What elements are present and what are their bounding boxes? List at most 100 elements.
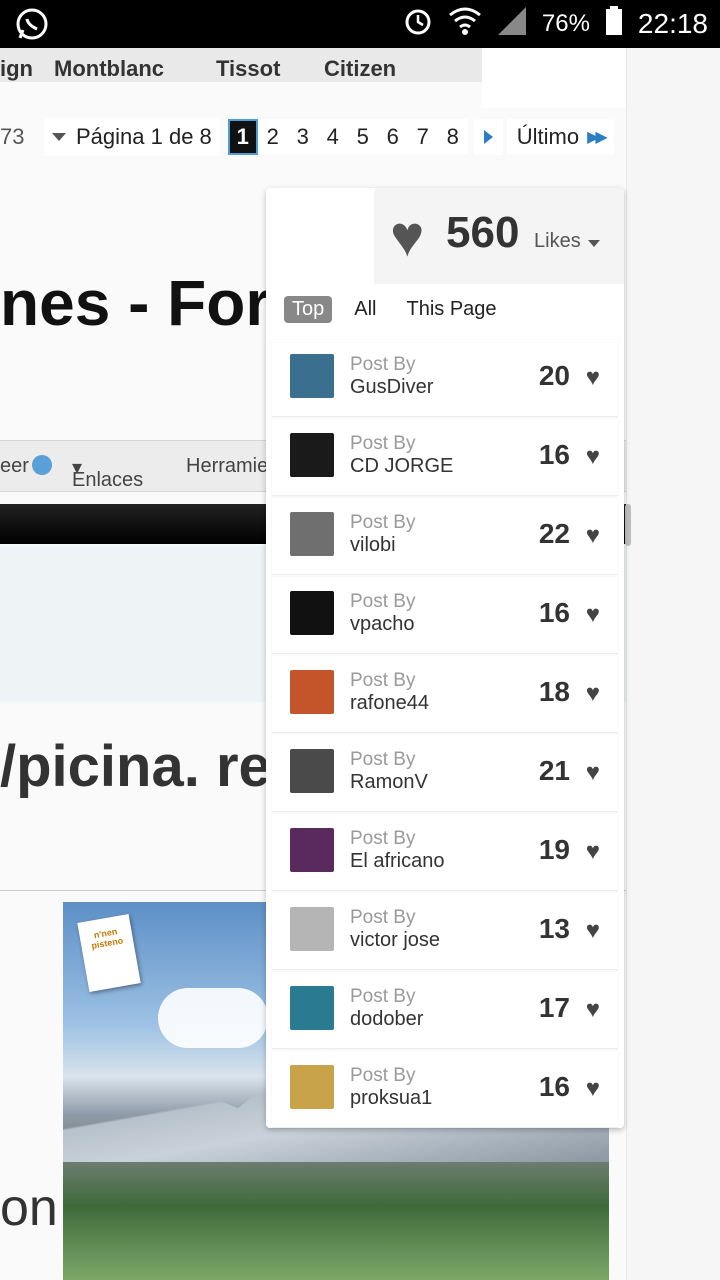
forum-title: nes - Forc (0, 267, 306, 339)
username-link[interactable]: rafone44 (350, 692, 429, 715)
heart-icon: ♥ (585, 522, 600, 549)
page-label: Página 1 de 8 (76, 124, 212, 149)
list-item[interactable]: Post By RamonV 21 ♥ (272, 735, 618, 812)
username-link[interactable]: CD JORGE (350, 455, 453, 478)
arrow-right-icon (483, 130, 493, 144)
tab-all[interactable]: All (346, 296, 384, 323)
double-arrow-right-icon: ▶▶ (587, 129, 608, 146)
avatar[interactable] (290, 512, 334, 556)
heart-icon: ♥ (390, 204, 425, 269)
list-item[interactable]: Post By proksua1 16 ♥ (272, 1051, 618, 1128)
username-link[interactable]: El africano (350, 850, 445, 873)
page-number-current[interactable]: 1 (227, 119, 258, 155)
avatar[interactable] (290, 828, 334, 872)
avatar[interactable] (290, 986, 334, 1030)
brand-link[interactable]: ign (0, 56, 33, 82)
likes-count: 560 (446, 208, 520, 257)
username-link[interactable]: dodober (350, 1008, 423, 1031)
like-count: 13 (538, 913, 570, 944)
heart-icon: ♥ (585, 443, 600, 470)
list-item[interactable]: Post By victor jose 13 ♥ (272, 893, 618, 970)
brand-link[interactable]: Citizen (324, 56, 396, 82)
tab-this-page[interactable]: This Page (398, 296, 504, 323)
list-item[interactable]: Post By vpacho 16 ♥ (272, 577, 618, 654)
page-number[interactable]: 3 (287, 119, 318, 155)
avatar[interactable] (290, 354, 334, 398)
list-item[interactable]: Post By rafone44 18 ♥ (272, 656, 618, 733)
post-text: on (0, 1179, 58, 1237)
nav-item[interactable]: eer (0, 455, 29, 478)
prev-count: 73 (0, 124, 25, 149)
page-number[interactable]: 8 (437, 119, 468, 155)
likes-header[interactable]: ♥ 560 Likes (374, 188, 624, 284)
like-count: 16 (538, 439, 570, 470)
username-link[interactable]: victor jose (350, 929, 440, 952)
avatar[interactable] (290, 433, 334, 477)
page-number[interactable]: 6 (377, 119, 408, 155)
heart-icon: ♥ (585, 996, 600, 1023)
list-item[interactable]: Post By dodober 17 ♥ (272, 972, 618, 1049)
clock: 22:18 (637, 8, 708, 39)
avatar[interactable] (290, 907, 334, 951)
wifi-icon (448, 5, 482, 44)
chevron-down-icon (52, 133, 66, 141)
heart-icon: ♥ (585, 1075, 600, 1102)
signal-icon (496, 5, 528, 44)
heart-icon: ♥ (585, 838, 600, 865)
like-count: 20 (538, 360, 570, 391)
next-page-button[interactable] (473, 119, 503, 155)
last-page-label: Último (516, 124, 580, 149)
likes-label: Likes (534, 230, 581, 252)
post-by-label: Post By (350, 986, 416, 1007)
battery-icon (604, 5, 624, 44)
pagination: 73 Página 1 de 8 1 2 3 4 5 6 7 8 Último … (0, 118, 614, 156)
avatar[interactable] (290, 670, 334, 714)
battery-percent: 76% (541, 10, 590, 37)
chevron-down-icon[interactable] (588, 240, 600, 247)
like-count: 22 (538, 518, 570, 549)
avatar[interactable] (290, 591, 334, 635)
page-number[interactable]: 4 (317, 119, 348, 155)
alarm-icon (402, 5, 434, 44)
username-link[interactable]: vilobi (350, 534, 396, 557)
list-item[interactable]: Post By vilobi 22 ♥ (272, 498, 618, 575)
list-item[interactable]: Post By El africano 19 ♥ (272, 814, 618, 891)
brand-banner[interactable]: ign Montblanc Tissot Citizen (0, 48, 482, 82)
status-bar: 76% 22:18 (0, 0, 720, 48)
username-link[interactable]: vpacho (350, 613, 415, 636)
post-by-label: Post By (350, 433, 416, 454)
username-link[interactable]: GusDiver (350, 376, 433, 399)
page-number[interactable]: 7 (407, 119, 438, 155)
list-item[interactable]: Post By CD JORGE 16 ♥ (272, 419, 618, 496)
username-link[interactable]: proksua1 (350, 1087, 432, 1110)
like-count: 17 (538, 992, 570, 1023)
username-link[interactable]: RamonV (350, 771, 428, 794)
post-by-label: Post By (350, 354, 416, 375)
post-by-label: Post By (350, 1065, 416, 1086)
post-by-label: Post By (350, 670, 416, 691)
page-jump[interactable]: Página 1 de 8 (44, 118, 220, 156)
browser-page: ign Montblanc Tissot Citizen 73 Página 1… (0, 48, 720, 1280)
page-number[interactable]: 5 (347, 119, 378, 155)
banner-edge (482, 48, 626, 108)
avatar[interactable] (290, 1065, 334, 1109)
nav-label: Enlaces (72, 469, 144, 491)
logo-badge: n'nen pisteno (77, 914, 141, 992)
chevron-circle-icon[interactable] (32, 455, 52, 475)
brand-link[interactable]: Tissot (216, 56, 280, 82)
nav-item-herramientas[interactable]: Herramie (186, 455, 268, 478)
brand-link[interactable]: Montblanc (54, 56, 164, 82)
heart-icon: ♥ (585, 680, 600, 707)
likes-tabs: Top All This Page (284, 296, 505, 323)
post-by-label: Post By (350, 907, 416, 928)
page-number[interactable]: 2 (257, 119, 288, 155)
tab-top[interactable]: Top (284, 296, 333, 323)
post-by-label: Post By (350, 512, 416, 533)
avatar[interactable] (290, 749, 334, 793)
nav-item-enlaces[interactable]: Enlaces ▾ (72, 455, 143, 491)
last-page-button[interactable]: Último ▶▶ (506, 119, 614, 155)
list-item[interactable]: Post By GusDiver 20 ♥ (272, 340, 618, 417)
like-count: 18 (538, 676, 570, 707)
likes-list: Post By GusDiver 20 ♥ Post By CD JORGE 16 ♥ Post… (272, 340, 618, 1130)
scrollbar[interactable] (625, 504, 631, 546)
